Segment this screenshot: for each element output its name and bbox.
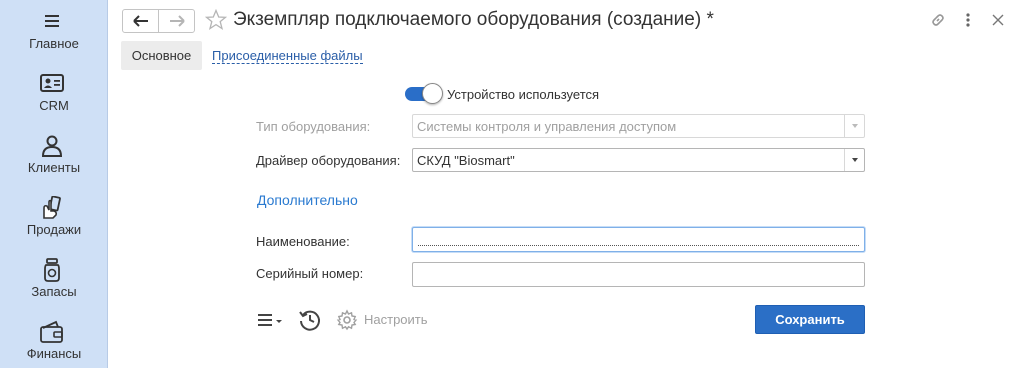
history-icon — [299, 310, 320, 331]
history-button[interactable] — [298, 308, 322, 332]
forward-button[interactable] — [158, 9, 195, 33]
contact-card-icon — [40, 74, 64, 92]
sidebar-item-finance[interactable]: Финансы — [0, 312, 108, 368]
sidebar-item-label: Финансы — [26, 346, 82, 361]
equipment-type-field: Системы контроля и управления доступом — [412, 114, 865, 138]
sidebar: Главное CRM Клиенты Продажи Запасы Финан… — [0, 0, 108, 368]
link-icon[interactable] — [928, 10, 948, 30]
sidebar-item-label: Клиенты — [27, 160, 81, 175]
gear-icon — [336, 309, 358, 331]
sidebar-item-stock[interactable]: Запасы — [0, 250, 108, 312]
sidebar-item-sales[interactable]: Продажи — [0, 188, 108, 250]
arrow-left-icon — [132, 15, 148, 27]
settings-button[interactable]: Настроить — [336, 309, 428, 331]
sidebar-item-label: Запасы — [31, 284, 77, 299]
star-icon[interactable] — [205, 9, 227, 31]
sidebar-item-main[interactable]: Главное — [0, 2, 108, 64]
jar-icon — [44, 258, 60, 282]
settings-label: Настроить — [364, 312, 428, 327]
sidebar-item-label: Главное — [29, 36, 79, 51]
wallet-icon — [40, 320, 63, 343]
sidebar-item-label: Продажи — [26, 222, 82, 237]
name-input-underline — [418, 245, 859, 246]
dropdown-arrow-icon — [844, 115, 864, 137]
equipment-type-value: Системы контроля и управления доступом — [417, 119, 677, 134]
arrow-right-icon — [169, 15, 185, 27]
driver-value: СКУД "Biosmart" — [417, 153, 515, 168]
name-label: Наименование: — [256, 234, 350, 249]
app-window: Главное CRM Клиенты Продажи Запасы Финан… — [0, 0, 1013, 368]
device-used-toggle[interactable] — [405, 83, 443, 104]
sidebar-item-label: CRM — [39, 98, 69, 113]
driver-field[interactable]: СКУД "Biosmart" — [412, 148, 865, 172]
more-icon[interactable] — [958, 10, 978, 30]
save-button[interactable]: Сохранить — [755, 305, 865, 334]
hand-cards-icon — [43, 196, 61, 219]
close-icon[interactable] — [988, 10, 1008, 30]
name-input[interactable] — [412, 227, 865, 252]
tab-main[interactable]: Основное — [121, 41, 202, 70]
sidebar-item-crm[interactable]: CRM — [0, 64, 108, 126]
tab-attached-files[interactable]: Присоединенные файлы — [212, 48, 363, 64]
back-button[interactable] — [122, 9, 159, 33]
person-icon — [41, 135, 63, 157]
page-title: Экземпляр подключаемого оборудования (со… — [233, 9, 714, 30]
menu-icon — [258, 314, 282, 326]
section-additional[interactable]: Дополнительно — [257, 192, 358, 208]
driver-label: Драйвер оборудования: — [256, 153, 401, 168]
equipment-type-label: Тип оборудования: — [256, 119, 371, 134]
dropdown-arrow-icon[interactable] — [844, 149, 864, 171]
menu-icon — [45, 15, 59, 27]
more-actions-button[interactable] — [256, 309, 286, 331]
serial-label: Серийный номер: — [256, 266, 364, 281]
device-used-label: Устройство используется — [447, 87, 600, 102]
sidebar-item-clients[interactable]: Клиенты — [0, 126, 108, 188]
toggle-knob — [422, 83, 443, 104]
serial-number-input[interactable] — [412, 262, 865, 287]
